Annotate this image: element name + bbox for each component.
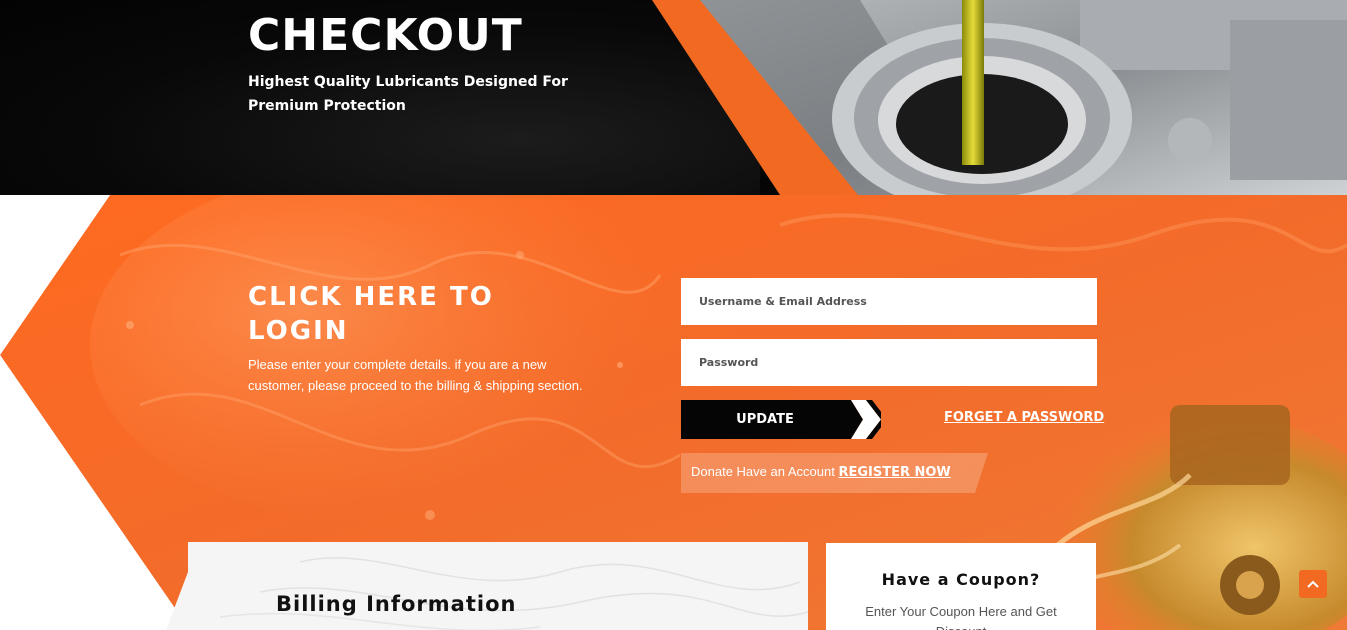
- billing-card: [166, 542, 808, 630]
- update-button-label: UPDATE: [736, 412, 794, 427]
- update-button[interactable]: UPDATE: [681, 400, 881, 439]
- coupon-description: Enter Your Coupon Here and Get Discount: [865, 604, 1057, 630]
- username-email-input[interactable]: [681, 278, 1097, 325]
- page-title: CHECKOUT: [248, 10, 523, 61]
- register-prefix: Donate Have an Account: [691, 464, 835, 479]
- coupon-title: Have a Coupon?: [881, 570, 1041, 589]
- register-prompt: Donate Have an Account REGISTER NOW: [681, 453, 988, 493]
- login-description: Please enter your complete details. if y…: [248, 357, 583, 393]
- page-banner: CHECKOUT Highest Quality Lubricants Desi…: [0, 0, 1347, 195]
- engine-oil-photo: [652, 0, 1347, 195]
- forget-password-link[interactable]: FORGET A PASSWORD: [944, 410, 1104, 425]
- register-prompt-text: Donate Have an Account REGISTER NOW: [691, 453, 951, 493]
- page-subtitle: Highest Quality Lubricants Designed For …: [248, 74, 568, 114]
- login-heading: CLICK HERE TO LOGIN: [248, 282, 494, 346]
- password-input[interactable]: [681, 339, 1097, 386]
- chevron-up-icon: [1307, 580, 1319, 588]
- billing-title: Billing Information: [276, 592, 517, 616]
- scroll-to-top-button[interactable]: [1299, 570, 1327, 598]
- register-now-link[interactable]: REGISTER NOW: [838, 465, 950, 480]
